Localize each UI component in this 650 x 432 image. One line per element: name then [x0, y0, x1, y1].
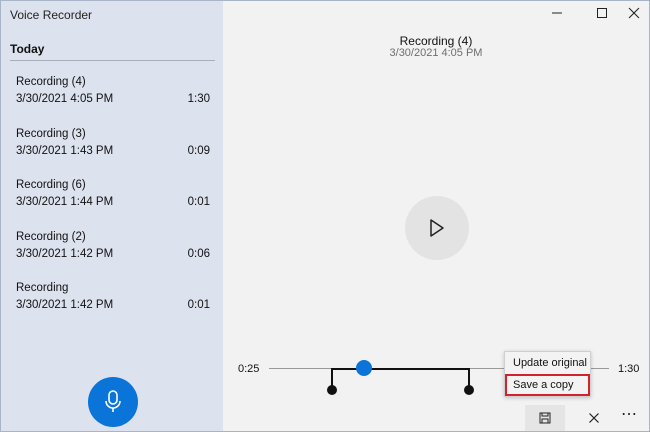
recording-name: Recording (4)	[16, 76, 86, 88]
trim-end-handle[interactable]	[464, 385, 474, 395]
recording-item[interactable]: Recording (6) 3/30/2021 1:44 PM 0:01	[1, 179, 223, 223]
recording-date: 3/30/2021 1:42 PM	[16, 299, 114, 311]
voice-recorder-window: Voice Recorder Today Recording (4) 3/30/…	[0, 0, 650, 432]
recording-duration: 0:06	[187, 248, 210, 260]
more-button[interactable]: ⋯	[614, 401, 644, 427]
current-time: 0:25	[238, 363, 260, 375]
section-divider	[10, 60, 215, 61]
recording-name: Recording (3)	[16, 128, 86, 140]
close-icon	[628, 7, 640, 19]
recording-name: Recording (6)	[16, 179, 86, 191]
play-button[interactable]	[405, 196, 469, 260]
cancel-trim-button[interactable]	[574, 405, 614, 431]
save-options-menu: Update original Save a copy	[504, 351, 591, 397]
menu-item-update-original[interactable]: Update original	[505, 352, 590, 374]
recording-date-main: 3/30/2021 4:05 PM	[389, 47, 483, 59]
maximize-button[interactable]	[593, 6, 611, 20]
record-button[interactable]	[88, 377, 138, 427]
more-icon: ⋯	[621, 406, 637, 423]
recording-date: 3/30/2021 1:42 PM	[16, 248, 114, 260]
minimize-button[interactable]	[548, 6, 566, 20]
window-close-button[interactable]	[625, 6, 643, 20]
save-icon	[539, 412, 551, 424]
recording-item[interactable]: Recording (4) 3/30/2021 4:05 PM 1:30	[1, 76, 223, 120]
recording-name: Recording (2)	[16, 231, 86, 243]
recording-item[interactable]: Recording (3) 3/30/2021 1:43 PM 0:09	[1, 128, 223, 172]
recording-name: Recording	[16, 282, 69, 294]
recording-date: 3/30/2021 4:05 PM	[16, 93, 114, 105]
section-title-today: Today	[10, 42, 45, 56]
recording-duration: 0:09	[187, 145, 210, 157]
app-title: Voice Recorder	[10, 8, 93, 22]
trim-range-bar	[331, 368, 470, 370]
maximize-icon	[597, 8, 607, 18]
recording-title: Recording (4)	[399, 34, 473, 48]
playback-position-thumb[interactable]	[356, 360, 372, 376]
sidebar: Voice Recorder Today Recording (4) 3/30/…	[1, 1, 223, 431]
microphone-icon	[105, 390, 121, 412]
trim-start-handle[interactable]	[327, 385, 337, 395]
close-icon	[589, 413, 599, 423]
total-time: 1:30	[618, 363, 640, 375]
recording-duration: 1:30	[187, 93, 210, 105]
recording-duration: 0:01	[187, 196, 210, 208]
save-button[interactable]	[525, 405, 565, 431]
minimize-icon	[552, 12, 562, 14]
recording-date: 3/30/2021 1:44 PM	[16, 196, 114, 208]
recording-item[interactable]: Recording (2) 3/30/2021 1:42 PM 0:06	[1, 231, 223, 275]
menu-item-save-a-copy[interactable]: Save a copy	[505, 374, 590, 396]
recording-duration: 0:01	[187, 299, 210, 311]
recording-date: 3/30/2021 1:43 PM	[16, 145, 114, 157]
play-icon	[430, 219, 444, 237]
recording-item[interactable]: Recording 3/30/2021 1:42 PM 0:01	[1, 282, 223, 326]
